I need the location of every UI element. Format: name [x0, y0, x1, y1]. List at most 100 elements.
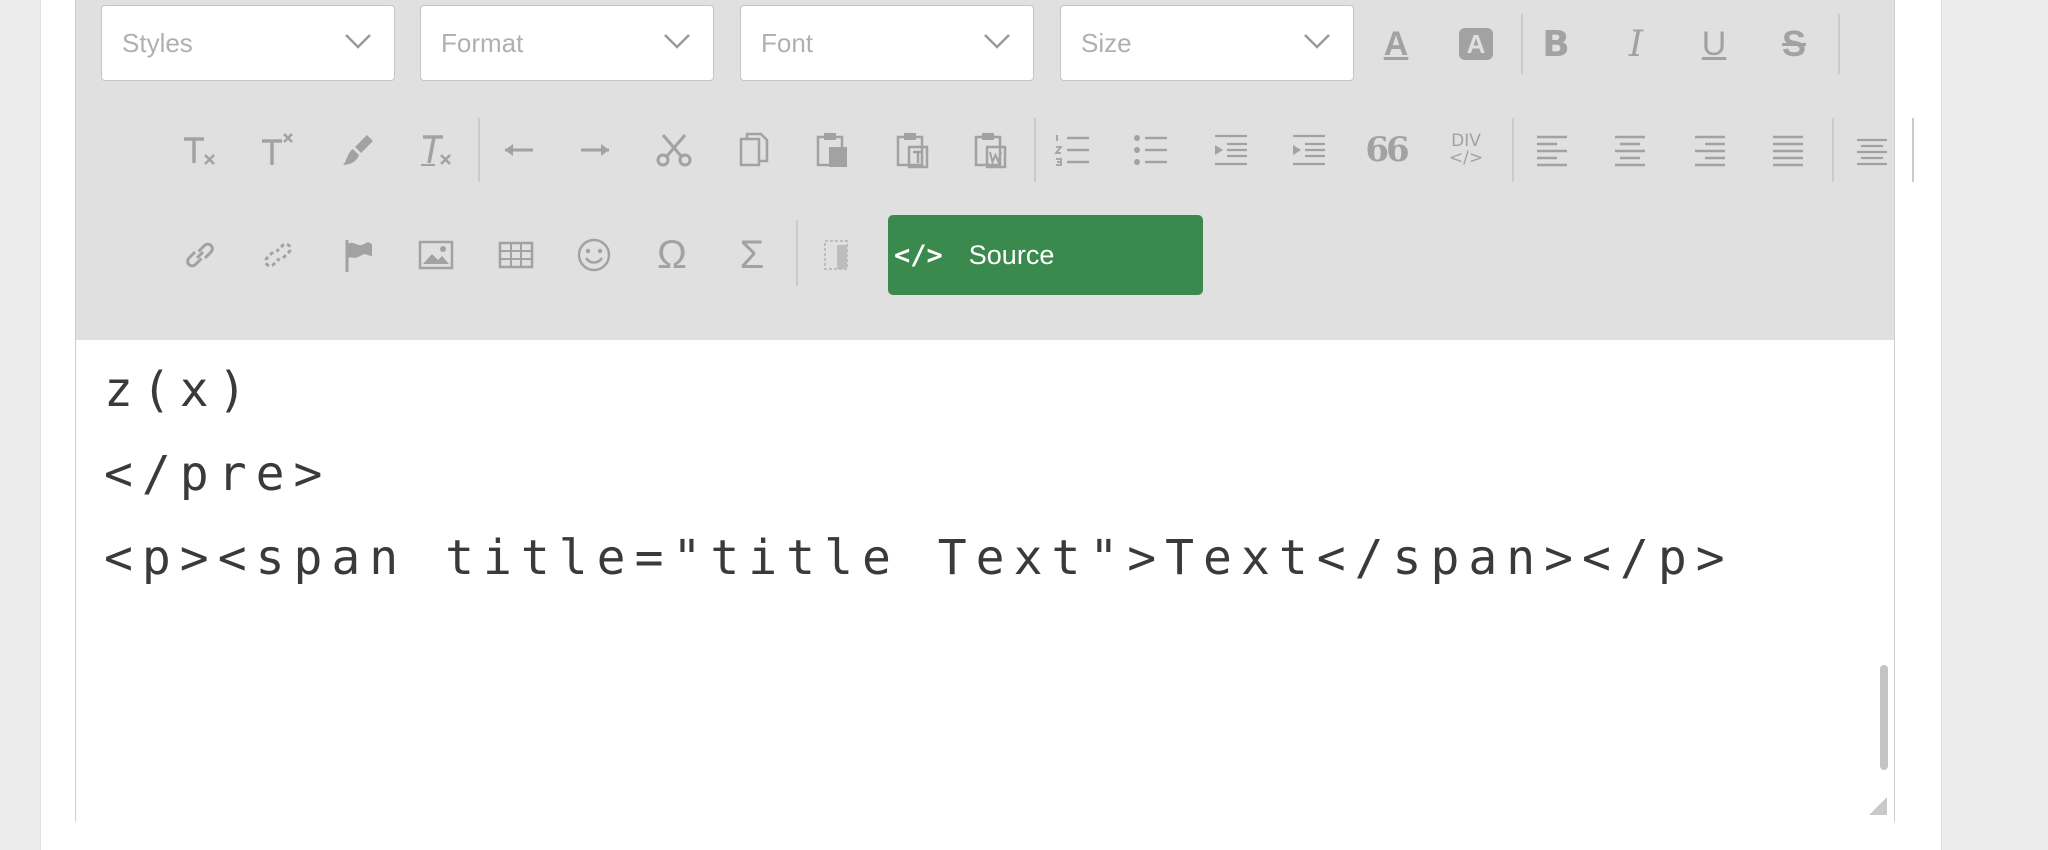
table-button[interactable]	[486, 217, 546, 293]
arrow-left-icon	[505, 144, 533, 156]
resize-grip-icon[interactable]	[1868, 796, 1888, 816]
underline-icon: U	[1701, 24, 1727, 63]
paste-text-icon	[896, 133, 929, 169]
unlink-button[interactable]	[248, 217, 308, 293]
bulleted-list-button[interactable]	[1120, 112, 1180, 188]
toolbar-separator	[1034, 118, 1036, 182]
link-icon	[186, 242, 214, 268]
source-code-area[interactable]: z(x) </pre> <p><span title="title Text">…	[76, 340, 1894, 822]
toolbar-separator	[1521, 14, 1523, 74]
toolbar-separator	[1838, 14, 1840, 74]
paste-text-button[interactable]	[882, 112, 942, 188]
format-dropdown-label: Format	[441, 28, 524, 58]
toolbar-separator	[478, 118, 480, 182]
div-container-icon: DIV </>	[1448, 131, 1484, 168]
toolbar-separator	[796, 220, 798, 286]
copy-button[interactable]	[724, 112, 784, 188]
smiley-icon	[577, 238, 611, 272]
background-color-button[interactable]: A	[1446, 6, 1506, 82]
code-icon: </>	[894, 239, 943, 271]
copy-icon	[739, 132, 769, 167]
underline-button[interactable]: U	[1684, 6, 1744, 82]
source-button-label: Source	[968, 239, 1055, 270]
align-center-button[interactable]	[1600, 112, 1660, 188]
strikethrough-button[interactable]: S	[1764, 6, 1824, 82]
chevron-down-icon	[664, 34, 690, 49]
bold-button[interactable]: B	[1526, 6, 1586, 82]
scrollbar-thumb[interactable]	[1880, 665, 1888, 770]
background-color-icon: A	[1459, 28, 1493, 60]
redo-button[interactable]	[566, 112, 626, 188]
undo-button[interactable]	[488, 112, 548, 188]
code-line: <p><span title="title Text">Text</span><…	[104, 530, 1734, 586]
superscript-button[interactable]	[248, 112, 308, 188]
text-color-icon: A	[1383, 24, 1409, 63]
chevron-down-icon	[984, 34, 1010, 49]
italic-button[interactable]: I	[1606, 6, 1666, 82]
omega-icon: Ω	[657, 232, 687, 277]
code-line: </pre>	[104, 446, 332, 502]
outdent-icon	[1215, 134, 1247, 166]
math-formula-button[interactable]: Σ	[722, 217, 782, 293]
align-center-icon	[1615, 135, 1645, 167]
toolbar-separator	[1512, 118, 1514, 182]
link-button[interactable]	[170, 217, 230, 293]
styles-dropdown[interactable]: Styles	[101, 5, 395, 81]
sigma-icon: Σ	[739, 232, 765, 277]
image-button[interactable]	[406, 217, 466, 293]
superscript-icon	[262, 133, 293, 165]
numbered-list-icon	[1054, 135, 1089, 166]
toolbar-separator	[1912, 118, 1914, 182]
image-icon	[418, 240, 454, 270]
unlink-icon	[264, 242, 292, 268]
justify-button[interactable]	[1758, 112, 1818, 188]
blockquote-button[interactable]: 66	[1356, 112, 1416, 188]
source-button[interactable]: </> Source	[888, 215, 1203, 295]
strikethrough-icon: S	[1781, 23, 1806, 64]
align-right-button[interactable]	[1680, 112, 1740, 188]
copy-formatting-button[interactable]	[328, 112, 388, 188]
increase-indent-button[interactable]	[1278, 112, 1338, 188]
align-justify-icon	[1773, 135, 1803, 167]
special-character-button[interactable]: Ω	[642, 217, 702, 293]
styles-dropdown-label: Styles	[122, 28, 193, 58]
remove-format-button[interactable]	[406, 112, 466, 188]
font-dropdown[interactable]: Font	[740, 5, 1034, 81]
chevron-down-icon	[345, 34, 371, 49]
emoji-button[interactable]	[564, 217, 624, 293]
numbered-list-button[interactable]	[1042, 112, 1102, 188]
anchor-button[interactable]	[328, 217, 388, 293]
rich-text-editor: Styles Format Font Size A A B I U S 66 D…	[75, 0, 1914, 822]
align-left-button[interactable]	[1522, 112, 1582, 188]
format-dropdown[interactable]: Format	[420, 5, 714, 81]
paste-from-word-button[interactable]	[960, 112, 1020, 188]
remove-format-icon	[421, 135, 451, 166]
cut-button[interactable]	[644, 112, 704, 188]
text-direction-button[interactable]	[1842, 112, 1902, 188]
text-color-button[interactable]: A	[1366, 6, 1426, 82]
size-dropdown[interactable]: Size	[1060, 5, 1354, 81]
paste-button[interactable]	[802, 112, 862, 188]
toolbar-separator	[1832, 118, 1834, 182]
bold-icon: B	[1542, 23, 1570, 65]
indent-icon	[1293, 134, 1325, 166]
bulleted-list-icon	[1134, 135, 1167, 165]
subscript-icon	[184, 137, 215, 165]
table-icon	[498, 241, 534, 269]
code-line: z(x)	[104, 362, 256, 418]
arrow-right-icon	[581, 144, 609, 156]
editor-toolbar: Styles Format Font Size A A B I U S 66 D…	[76, 0, 1914, 341]
paintbrush-icon	[343, 135, 373, 165]
decrease-indent-button[interactable]	[1200, 112, 1260, 188]
flag-icon	[345, 240, 372, 272]
chevron-down-icon	[1304, 34, 1330, 49]
create-div-button[interactable]: DIV </>	[1436, 112, 1496, 188]
show-blocks-button[interactable]	[806, 217, 866, 293]
subscript-button[interactable]	[170, 112, 230, 188]
horizontal-lines-icon	[1857, 138, 1887, 166]
size-dropdown-label: Size	[1081, 28, 1132, 58]
paste-word-icon	[974, 133, 1007, 169]
show-blocks-icon	[824, 240, 848, 270]
font-dropdown-label: Font	[761, 28, 814, 58]
align-right-icon	[1695, 135, 1725, 167]
